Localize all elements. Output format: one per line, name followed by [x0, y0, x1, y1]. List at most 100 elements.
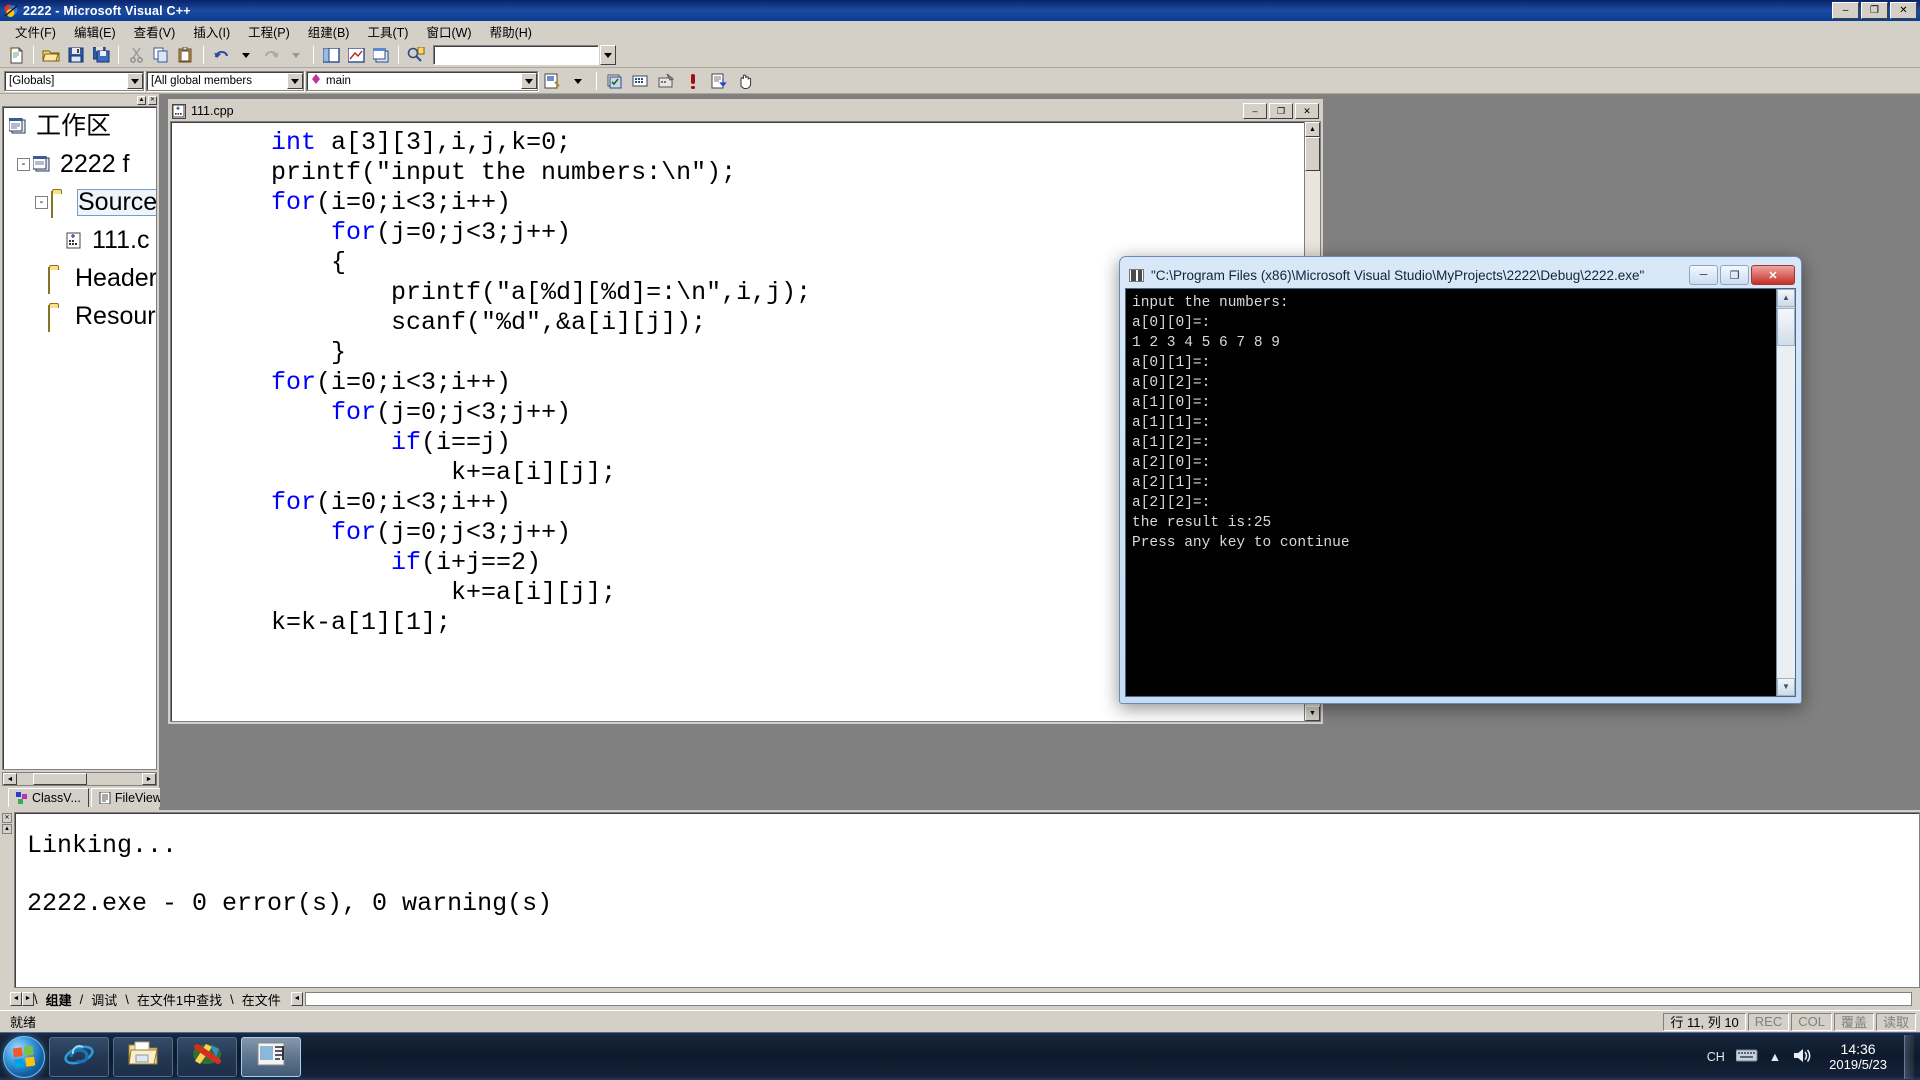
tree-node-file[interactable]: 111.c: [3, 221, 156, 259]
menu-view[interactable]: 查看(V): [125, 20, 185, 43]
menu-insert[interactable]: 插入(I): [184, 20, 239, 43]
minimize-button[interactable]: –: [1832, 2, 1859, 19]
build-output-text[interactable]: Linking... 2222.exe - 0 error(s), 0 warni…: [14, 812, 1920, 988]
menu-help[interactable]: 帮助(H): [481, 20, 541, 43]
save-all-icon[interactable]: [89, 44, 113, 66]
taskbar-item-media-player[interactable]: [177, 1036, 237, 1077]
output-tab-overflow-icon[interactable]: ◄: [290, 992, 303, 1006]
console-vertical-scrollbar[interactable]: ▲ ▼: [1776, 289, 1795, 696]
output-tab-scroll-right-icon[interactable]: ►: [22, 992, 34, 1006]
cut-icon[interactable]: [124, 44, 148, 66]
output-scroll-up-icon[interactable]: ▲: [2, 824, 12, 834]
build-execute-icon[interactable]: [655, 70, 679, 92]
class-wizard-icon[interactable]: [540, 70, 564, 92]
close-button[interactable]: ✕: [1890, 2, 1917, 19]
menu-tools[interactable]: 工具(T): [358, 20, 417, 43]
volume-icon[interactable]: [1792, 1047, 1812, 1067]
new-file-icon[interactable]: [4, 44, 28, 66]
hand-icon[interactable]: [733, 70, 757, 92]
menu-file[interactable]: 文件(F): [6, 20, 65, 43]
menu-window[interactable]: 窗口(W): [417, 20, 480, 43]
taskbar-item-internet-explorer[interactable]: [49, 1036, 109, 1077]
output-tab-scroll-left-icon[interactable]: ◄: [10, 992, 22, 1006]
find-input[interactable]: [433, 45, 599, 65]
build-icon[interactable]: [629, 70, 653, 92]
menu-edit[interactable]: 编辑(E): [65, 20, 125, 43]
window-list-icon[interactable]: [369, 44, 393, 66]
menu-build[interactable]: 组建(B): [299, 20, 359, 43]
tree-expander[interactable]: -: [35, 195, 48, 209]
console-output-text[interactable]: input the numbers: a[0][0]=: 1 2 3 4 5 6 7…: [1126, 289, 1776, 696]
tree-expander[interactable]: -: [17, 157, 30, 171]
members-combo[interactable]: [All global members: [146, 70, 304, 91]
workspace-scroll-up-icon[interactable]: ▲: [137, 95, 146, 105]
undo-icon[interactable]: [209, 44, 233, 66]
scope-combo[interactable]: [Globals]: [4, 70, 144, 91]
scroll-down-icon[interactable]: ▼: [1777, 678, 1795, 696]
menu-project[interactable]: 工程(P): [239, 20, 299, 43]
chevron-down-icon[interactable]: [127, 72, 143, 89]
compile-icon[interactable]: [603, 70, 627, 92]
tab-file-view[interactable]: FileView: [90, 788, 170, 807]
scroll-right-icon[interactable]: ►: [142, 773, 156, 785]
stop-icon[interactable]: [681, 70, 705, 92]
find-dropdown-icon[interactable]: [600, 45, 616, 65]
show-hidden-icons-icon[interactable]: ▲: [1769, 1050, 1781, 1064]
console-maximize-button[interactable]: ❐: [1720, 265, 1749, 285]
scrollbar-thumb[interactable]: [1777, 308, 1795, 346]
tree-node-workspace[interactable]: 工作区: [3, 107, 156, 145]
undo-dropdown-icon[interactable]: [234, 44, 258, 66]
find-in-files-icon[interactable]: [404, 44, 428, 66]
output-tab-find-in-files-1[interactable]: 在文件1中查找: [129, 990, 230, 1009]
class-wizard-dropdown-icon[interactable]: [566, 70, 590, 92]
function-combo[interactable]: main: [306, 70, 538, 91]
document-close-button[interactable]: ✕: [1295, 103, 1319, 119]
workspace-horizontal-scrollbar[interactable]: ◄ ►: [2, 772, 157, 786]
output-tab-scroll-trough[interactable]: [304, 992, 1912, 1006]
scroll-up-icon[interactable]: ▲: [1777, 289, 1795, 307]
scroll-down-icon[interactable]: ▼: [1305, 706, 1320, 721]
output-tab-find-in-files-2[interactable]: 在文件: [234, 990, 289, 1009]
chevron-down-icon[interactable]: [521, 72, 537, 89]
tree-node-header-files[interactable]: Header: [3, 259, 156, 297]
open-folder-icon[interactable]: [39, 44, 63, 66]
ime-indicator[interactable]: CH: [1707, 1050, 1725, 1064]
window-titlebar[interactable]: 2222 - Microsoft Visual C++ – ❐ ✕: [0, 0, 1920, 21]
output-close-icon[interactable]: ✕: [2, 813, 12, 823]
tab-class-view[interactable]: ClassV...: [8, 788, 89, 807]
output-tab-build[interactable]: 组建: [38, 990, 80, 1009]
maximize-button[interactable]: ❐: [1861, 2, 1888, 19]
chevron-down-icon[interactable]: [287, 72, 303, 89]
console-titlebar[interactable]: "C:\Program Files (x86)\Microsoft Visual…: [1125, 262, 1796, 288]
document-titlebar[interactable]: 111.cpp – ❐ ✕: [170, 101, 1321, 121]
console-close-button[interactable]: ✕: [1751, 265, 1795, 285]
start-button[interactable]: [3, 1035, 45, 1078]
document-maximize-button[interactable]: ❐: [1269, 103, 1293, 119]
tree-node-resource-files[interactable]: Resour: [3, 297, 156, 335]
output-window-icon[interactable]: [344, 44, 368, 66]
output-tab-debug[interactable]: 调试: [83, 990, 125, 1009]
taskbar-item-visual-cpp[interactable]: [241, 1036, 301, 1077]
redo-icon[interactable]: [259, 44, 283, 66]
scrollbar-thumb[interactable]: [1305, 137, 1320, 171]
tree-node-project[interactable]: - 2222 f: [3, 145, 156, 183]
scrollbar-thumb[interactable]: [33, 773, 87, 785]
scroll-left-icon[interactable]: ◄: [3, 773, 17, 785]
taskbar-item-explorer[interactable]: [113, 1036, 173, 1077]
save-icon[interactable]: [64, 44, 88, 66]
console-minimize-button[interactable]: ─: [1689, 265, 1718, 285]
document-minimize-button[interactable]: –: [1243, 103, 1267, 119]
clock[interactable]: 14:36 2019/5/23: [1823, 1041, 1893, 1073]
workspace-close-icon[interactable]: ✕: [148, 95, 157, 105]
workspace-icon[interactable]: [319, 44, 343, 66]
go-icon[interactable]: [707, 70, 731, 92]
scroll-up-icon[interactable]: ▲: [1305, 122, 1320, 137]
copy-icon[interactable]: [149, 44, 173, 66]
show-desktop-button[interactable]: [1904, 1034, 1914, 1079]
keyboard-icon[interactable]: [1735, 1048, 1758, 1065]
redo-dropdown-icon[interactable]: [284, 44, 308, 66]
scrollbar-track[interactable]: [1777, 346, 1795, 678]
paste-icon[interactable]: [174, 44, 198, 66]
tree-node-source-files[interactable]: - Source: [3, 183, 156, 221]
workspace-tree[interactable]: 工作区 - 2222 f - Source 111.c Header Resou…: [2, 106, 157, 770]
